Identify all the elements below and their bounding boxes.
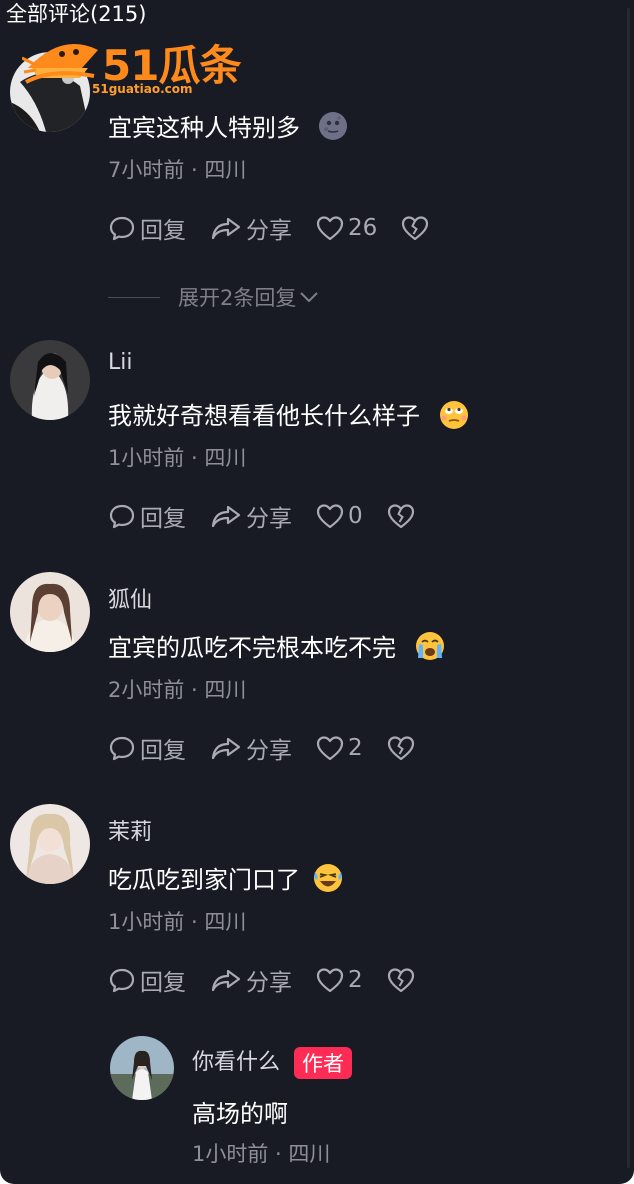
share-button[interactable]: 分享 <box>210 963 292 997</box>
expand-label: 展开2条回复 <box>178 286 297 310</box>
heart-icon <box>316 736 344 761</box>
comment-text-content: 吃瓜吃到家门口了 <box>108 866 300 894</box>
reply-meta: 1小时前 · 四川 <box>192 1142 331 1166</box>
dislike-button[interactable] <box>387 967 415 993</box>
watermark-url: 51guatiao.com <box>92 82 193 96</box>
avatar[interactable] <box>110 1036 174 1100</box>
share-label: 分享 <box>246 218 292 244</box>
reply-label: 回复 <box>140 738 186 764</box>
comment-actions: 回复 分享 2 <box>108 732 439 764</box>
expand-replies-button[interactable]: 展开2条回复 <box>108 282 320 312</box>
comment-author[interactable]: Lii <box>108 350 132 375</box>
like-count: 0 <box>348 503 363 529</box>
reply-button[interactable]: 回复 <box>108 211 186 245</box>
dislike-button[interactable] <box>387 735 415 761</box>
comment-text-content: 宜宾的瓜吃不完根本吃不完 <box>108 634 396 662</box>
reply-label: 回复 <box>140 970 186 996</box>
chat-bubble-icon <box>109 968 135 993</box>
laughing-tears-face-icon <box>312 862 344 900</box>
like-button[interactable]: 26 <box>316 215 377 241</box>
reply-button[interactable]: 回复 <box>108 731 186 765</box>
reply-author-row: 你看什么 作者 <box>192 1044 353 1079</box>
share-label: 分享 <box>246 970 292 996</box>
avatar[interactable] <box>10 572 90 652</box>
dislike-button[interactable] <box>387 503 415 529</box>
heart-icon <box>316 504 344 529</box>
chat-bubble-icon <box>109 216 135 241</box>
share-arrow-icon <box>211 505 241 528</box>
comment-text-content: 我就好奇想看看他长什么样子 <box>108 402 420 430</box>
scrollbar[interactable] <box>627 8 630 1168</box>
like-button[interactable]: 2 <box>316 735 363 761</box>
comment-meta: 7小时前 · 四川 <box>108 158 247 182</box>
reply-button[interactable]: 回复 <box>108 499 186 533</box>
share-label: 分享 <box>246 738 292 764</box>
comment-text: 吃瓜吃到家门口了 <box>108 860 344 900</box>
comment-actions: 回复 分享 2 <box>108 964 439 996</box>
share-arrow-icon <box>211 969 241 992</box>
comments-panel: 宜宾这种人特别多 7小时前 · 四川 回复 分享 26 展开2条回复 Lii 我… <box>0 0 634 1184</box>
comment-text: 我就好奇想看看他长什么样子 <box>108 396 470 436</box>
rolling-eyes-face-icon <box>438 398 470 436</box>
share-arrow-icon <box>211 217 241 240</box>
share-label: 分享 <box>246 506 292 532</box>
like-count: 26 <box>348 215 378 241</box>
comment-text-content: 宜宾这种人特别多 <box>108 114 300 142</box>
avatar[interactable] <box>10 340 90 420</box>
heart-icon <box>316 216 344 241</box>
comment-meta: 2小时前 · 四川 <box>108 678 247 702</box>
like-count: 2 <box>348 967 363 993</box>
comment-meta: 1小时前 · 四川 <box>108 446 247 470</box>
melon-logo-icon <box>22 44 98 84</box>
comment-author[interactable]: 茉莉 <box>108 814 152 846</box>
comment-text: 宜宾这种人特别多 <box>108 108 348 147</box>
broken-heart-icon <box>387 968 414 993</box>
comment-text: 宜宾的瓜吃不完根本吃不完 <box>108 628 446 668</box>
divider-line <box>108 296 160 298</box>
reply-text: 高场的啊 <box>192 1100 288 1128</box>
chat-bubble-icon <box>109 504 135 529</box>
author-badge: 作者 <box>294 1047 353 1079</box>
chat-bubble-icon <box>109 736 135 761</box>
comment-actions: 回复 分享 26 <box>108 212 453 244</box>
page-title: 全部评论(215) <box>6 0 153 28</box>
broken-heart-icon <box>402 216 429 241</box>
avatar[interactable] <box>10 804 90 884</box>
reply-button[interactable]: 回复 <box>108 963 186 997</box>
comment-author[interactable]: 狐仙 <box>108 582 152 614</box>
like-count: 2 <box>348 735 363 761</box>
like-button[interactable]: 0 <box>316 503 363 529</box>
new-moon-face-icon <box>318 111 348 147</box>
share-button[interactable]: 分享 <box>210 731 292 765</box>
share-button[interactable]: 分享 <box>210 211 292 245</box>
crying-face-icon <box>414 630 446 668</box>
heart-icon <box>316 968 344 993</box>
reply-author[interactable]: 你看什么 <box>192 1050 280 1075</box>
watermark-logo: 51瓜条 51guatiao.com <box>22 34 244 104</box>
broken-heart-icon <box>387 504 414 529</box>
chevron-down-icon <box>300 292 319 303</box>
share-arrow-icon <box>211 737 241 760</box>
like-button[interactable]: 2 <box>316 967 363 993</box>
comment-actions: 回复 分享 0 <box>108 500 439 532</box>
reply-label: 回复 <box>140 506 186 532</box>
broken-heart-icon <box>387 736 414 761</box>
reply-label: 回复 <box>140 218 186 244</box>
dislike-button[interactable] <box>401 215 429 241</box>
comment-meta: 1小时前 · 四川 <box>108 910 247 934</box>
share-button[interactable]: 分享 <box>210 499 292 533</box>
